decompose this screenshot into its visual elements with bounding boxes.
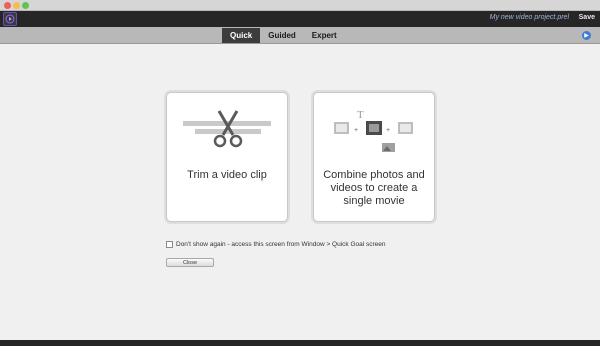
app-logo-icon [3, 12, 17, 26]
trim-card-label: Trim a video clip [187, 169, 267, 181]
mode-bar: Quick Guided Expert ▶ [0, 27, 600, 44]
combine-media-card[interactable]: T + + Combine photos and videos to creat… [313, 92, 435, 222]
dont-show-again-label: Don't show again - access this screen fr… [176, 241, 386, 248]
scissors-icon [183, 110, 271, 148]
save-button[interactable]: Save [579, 14, 595, 21]
window-minimize-button[interactable] [13, 2, 20, 9]
tab-expert[interactable]: Expert [304, 28, 345, 43]
trim-video-card[interactable]: Trim a video clip [166, 92, 288, 222]
svg-text:T: T [357, 109, 364, 121]
mode-tabs: Quick Guided Expert [222, 28, 345, 43]
svg-text:+: + [354, 127, 358, 134]
window-close-button[interactable] [4, 2, 11, 9]
dont-show-again-checkbox[interactable] [166, 241, 173, 248]
tab-guided[interactable]: Guided [260, 28, 304, 43]
window-titlebar [0, 0, 600, 11]
app-header-bar: My new video project.prel Save [0, 11, 600, 27]
project-name: My new video project.prel [489, 14, 569, 21]
combine-card-line-1: Combine photos and [323, 169, 425, 181]
dont-show-again-option: Don't show again - access this screen fr… [166, 241, 386, 248]
bottom-bar [0, 340, 600, 346]
svg-text:+: + [386, 127, 390, 134]
window-maximize-button[interactable] [22, 2, 29, 9]
combine-card-label: Combine photos and videos to create a si… [314, 169, 434, 208]
combine-media-icon: T + + [334, 109, 413, 152]
close-button[interactable]: Close [166, 258, 214, 267]
combine-card-line-3: single movie [343, 195, 405, 207]
tab-quick[interactable]: Quick [222, 28, 261, 43]
combine-card-line-2: videos to create a [330, 182, 418, 194]
help-icon[interactable]: ▶ [582, 31, 591, 40]
